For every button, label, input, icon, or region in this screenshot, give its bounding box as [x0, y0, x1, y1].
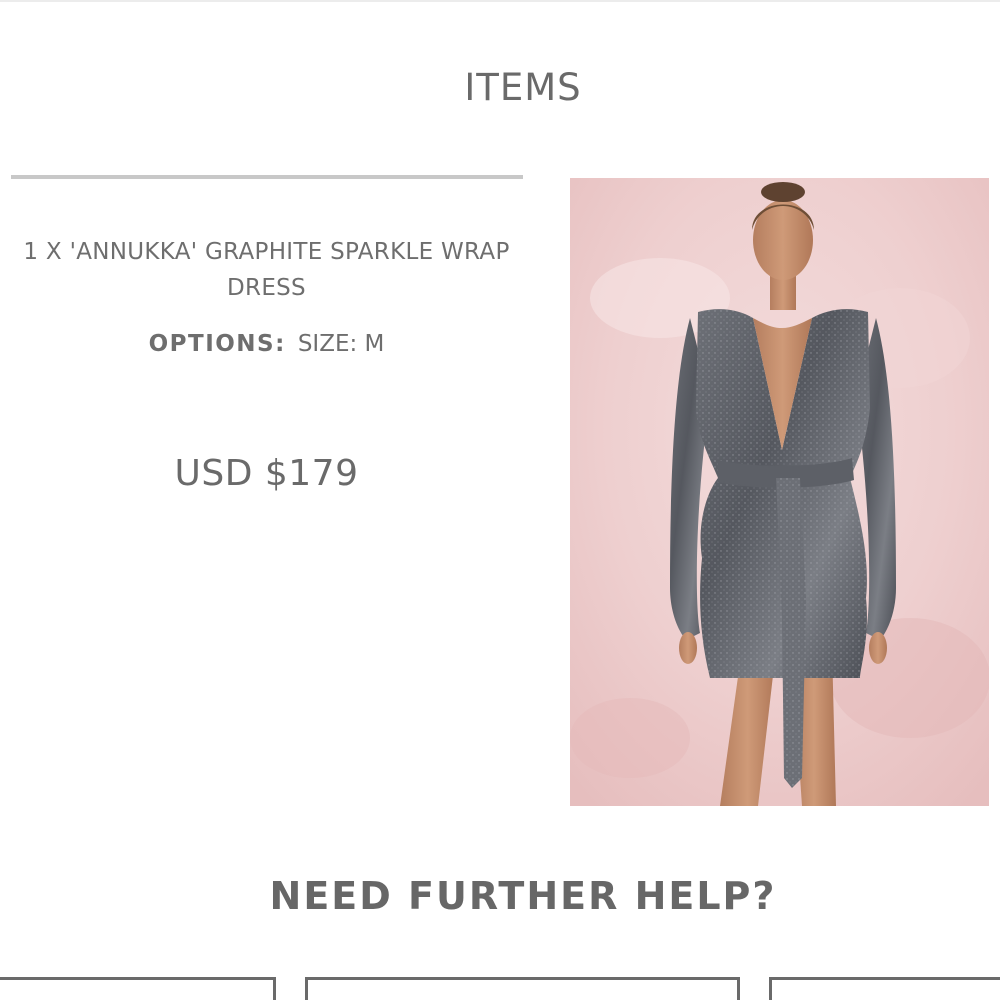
- help-option-box[interactable]: [769, 977, 1000, 1000]
- options-label: OPTIONS:: [148, 331, 286, 357]
- items-heading: ITEMS: [464, 66, 582, 109]
- top-divider: [0, 0, 1000, 2]
- product-image[interactable]: [570, 178, 989, 806]
- options-value: SIZE: M: [297, 331, 385, 357]
- help-heading: NEED FURTHER HELP?: [269, 874, 777, 918]
- order-confirmation-page: ITEMS 1 X 'ANNUKKA' GRAPHITE SPARKLE WRA…: [0, 0, 1000, 1000]
- item-price: USD $179: [174, 453, 359, 494]
- help-option-box[interactable]: [305, 977, 740, 1000]
- help-option-box[interactable]: [0, 977, 276, 1000]
- item-divider: [11, 175, 523, 179]
- item-name: 1 X 'ANNUKKA' GRAPHITE SPARKLE WRAP DRES…: [23, 239, 510, 301]
- item-options: OPTIONS: SIZE: M: [20, 329, 513, 359]
- product-photo: [570, 178, 989, 806]
